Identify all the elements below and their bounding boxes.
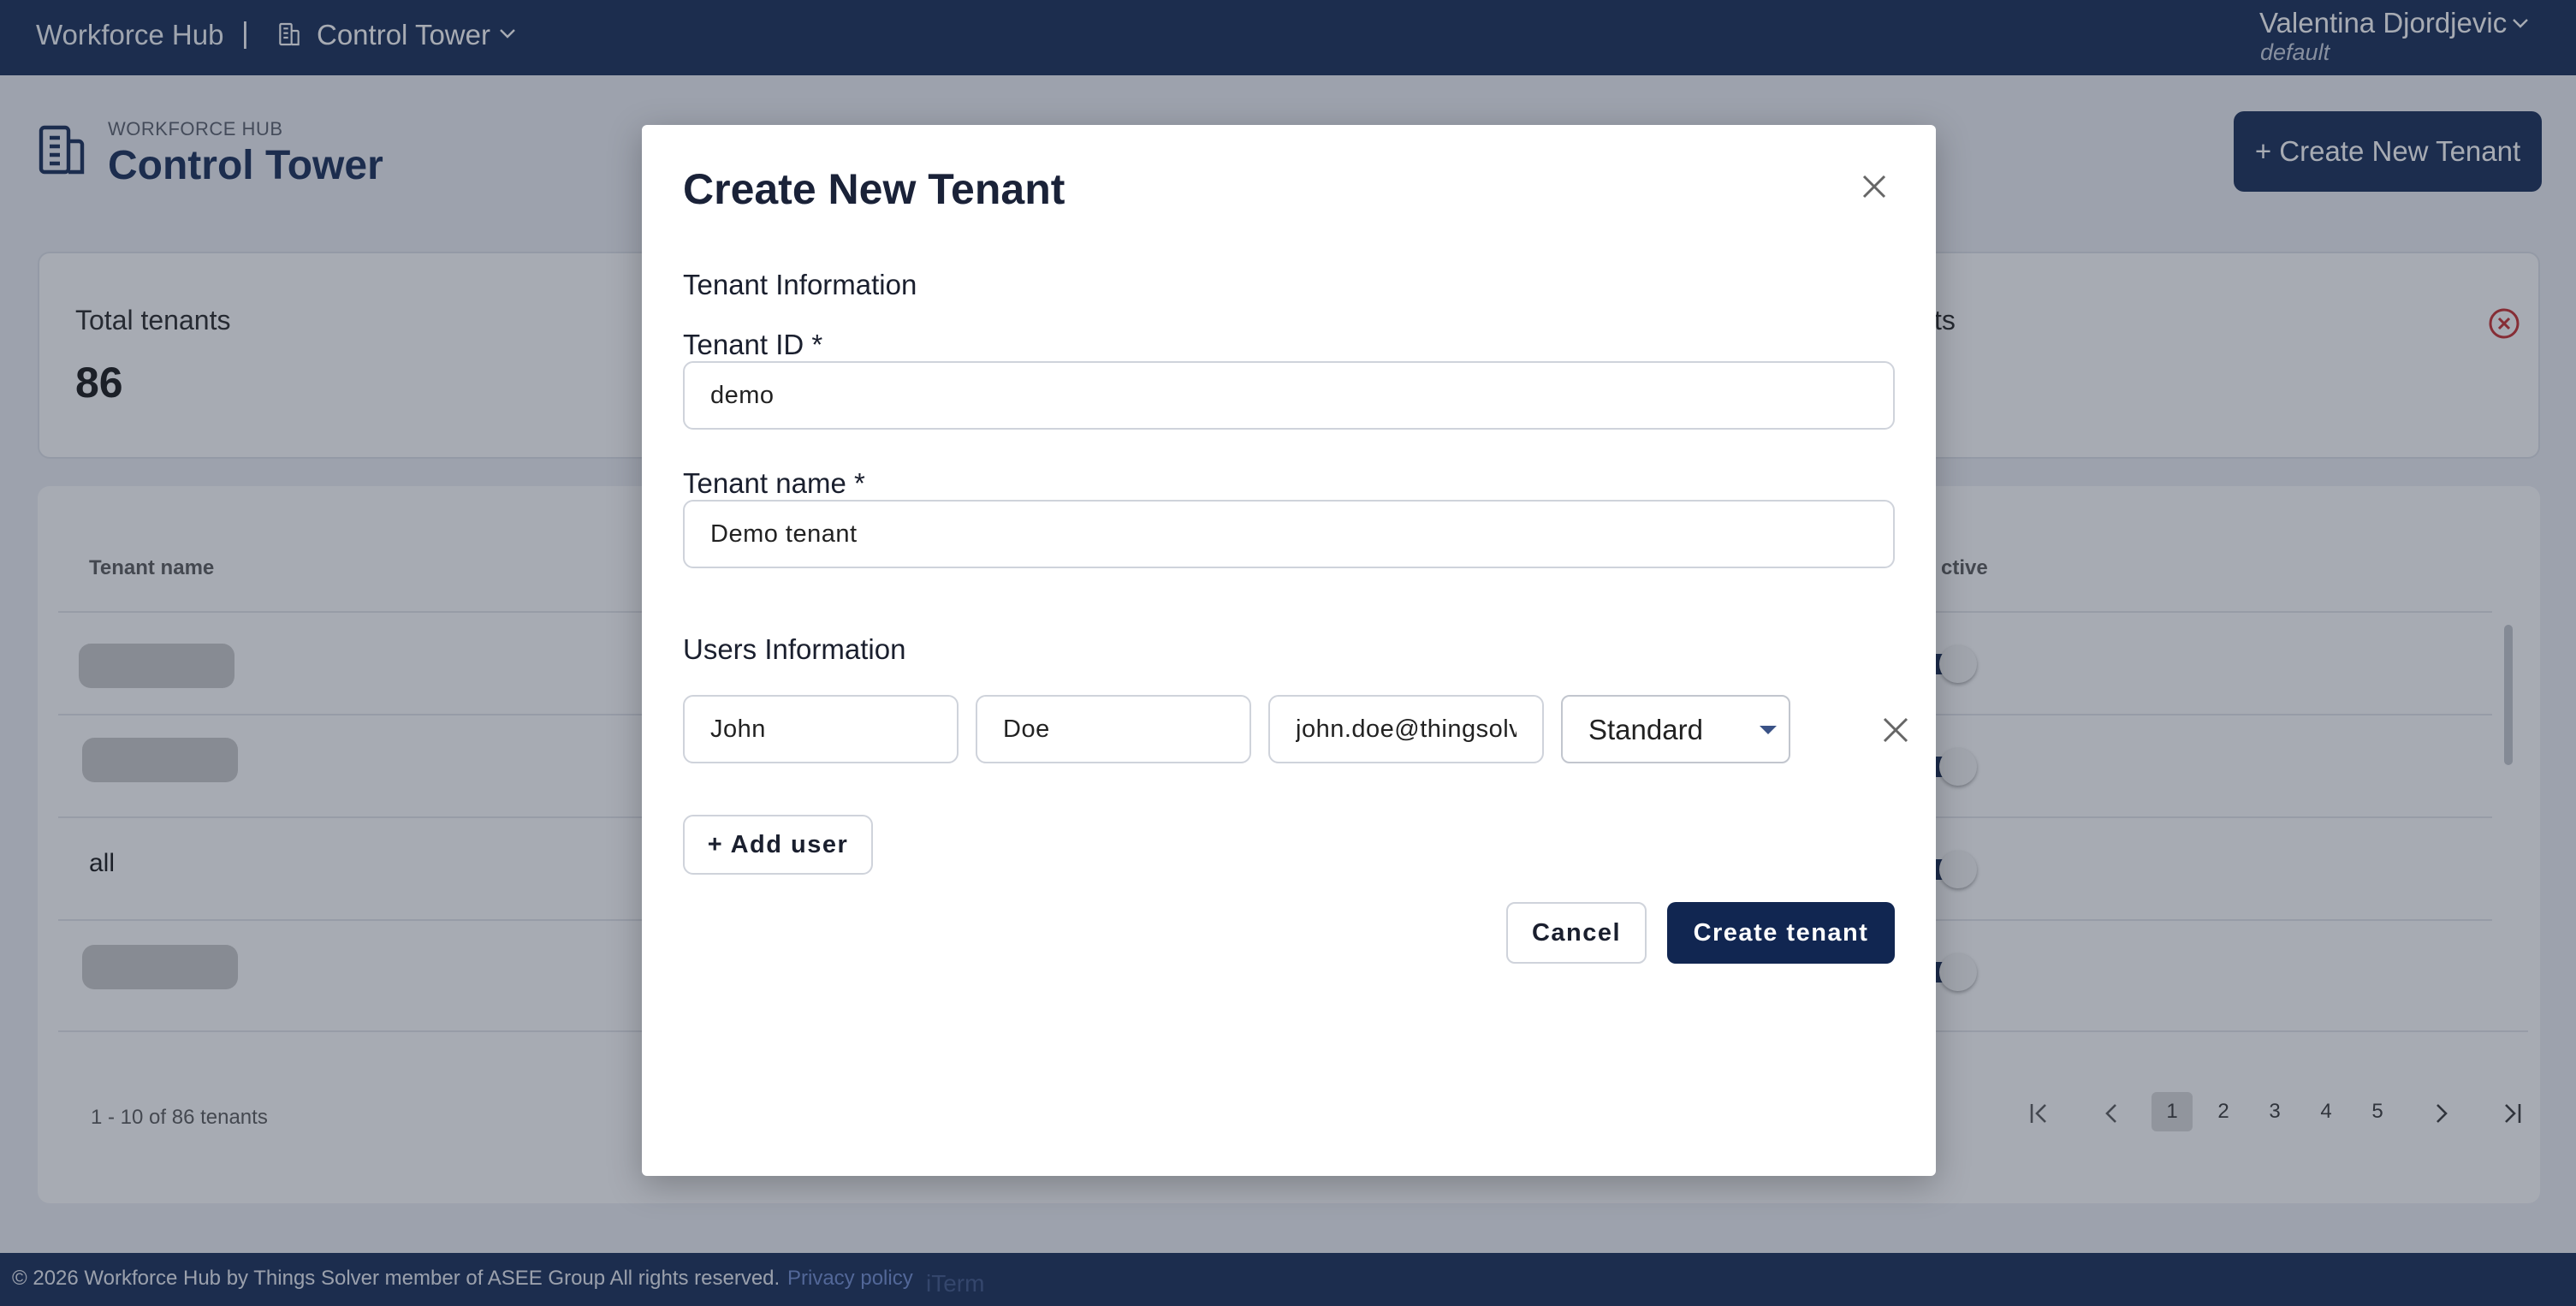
users-information-heading: Users Information [683, 633, 906, 665]
create-tenant-dialog: Create New Tenant Tenant Information Ten… [642, 125, 1936, 1176]
tenant-name-input[interactable] [683, 500, 1895, 568]
tenant-name-label: Tenant name * [683, 467, 865, 499]
user-first-name-input[interactable] [683, 695, 959, 763]
tenant-id-input[interactable] [683, 361, 1895, 430]
add-user-button[interactable]: + Add user [683, 815, 873, 875]
tenant-information-heading: Tenant Information [683, 269, 917, 300]
user-last-name-input[interactable] [976, 695, 1251, 763]
user-role-value: Standard [1588, 714, 1703, 745]
create-tenant-button[interactable]: Create tenant [1667, 902, 1895, 964]
tenant-id-label: Tenant ID * [683, 329, 823, 360]
dialog-title: Create New Tenant [683, 165, 1065, 213]
user-email-input[interactable] [1268, 695, 1544, 763]
caret-down-icon [1760, 726, 1777, 734]
user-role-select[interactable]: Standard [1561, 695, 1790, 763]
remove-user-icon[interactable] [1879, 714, 1912, 746]
cancel-button[interactable]: Cancel [1506, 902, 1647, 964]
close-icon[interactable] [1857, 169, 1891, 204]
